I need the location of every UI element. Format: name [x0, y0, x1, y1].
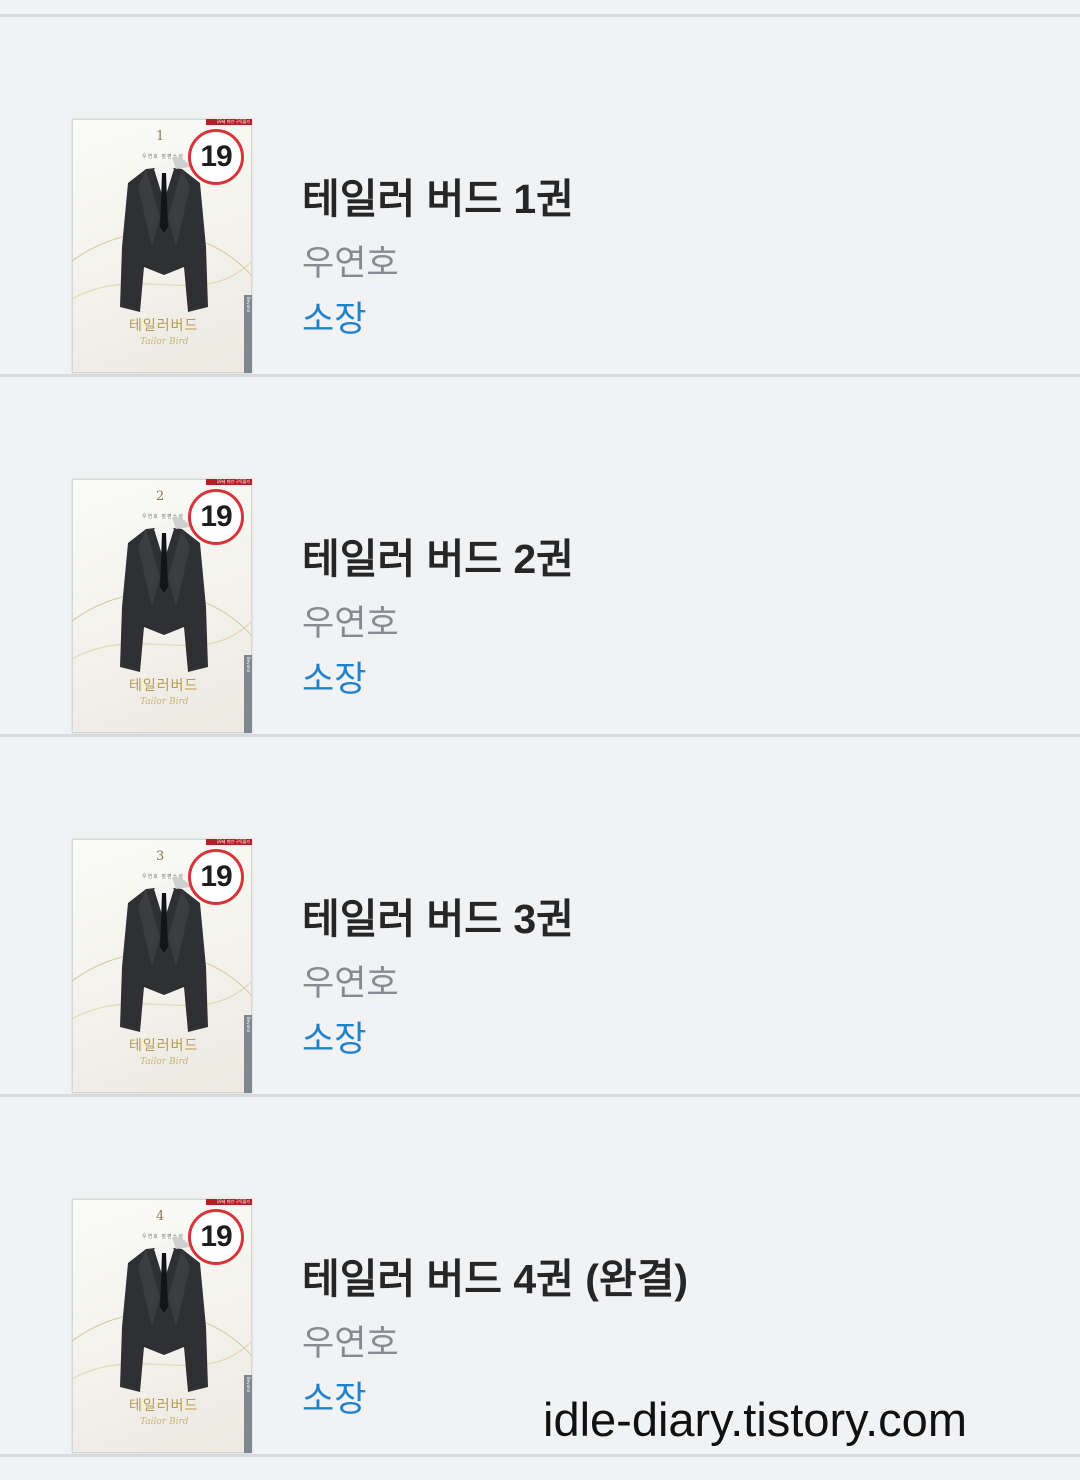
cover-title: 테일러버드	[129, 1038, 199, 1054]
age-rating-badge: 19	[188, 1209, 244, 1265]
book-author: 우연호	[302, 244, 399, 283]
cover-volume-number: 2	[156, 489, 165, 504]
book-author: 우연호	[302, 964, 399, 1003]
book-title[interactable]: 테일러 버드 2권	[302, 525, 574, 585]
cover-title: 테일러버드	[129, 318, 199, 334]
publisher-label: Beyond	[246, 1017, 251, 1033]
cover-volume-number: 1	[156, 129, 165, 144]
book-title[interactable]: 테일러 버드 1권	[302, 165, 574, 225]
book-title[interactable]: 테일러 버드 3권	[302, 885, 574, 945]
suit-jacket-illustration	[120, 517, 208, 672]
ownership-status: 소장	[302, 300, 367, 339]
suit-jacket-illustration	[120, 157, 208, 312]
book-author: 우연호	[302, 604, 399, 643]
ownership-status: 소장	[302, 660, 367, 699]
cover-volume-number: 4	[156, 1209, 165, 1224]
book-author: 우연호	[302, 1324, 399, 1363]
watermark: idle-diary.tistory.com	[543, 1393, 967, 1446]
cover-subtitle: Tailor Bird	[140, 337, 189, 347]
age-notice-text: 19세 미만 구독불가	[216, 119, 250, 124]
cover-title: 테일러버드	[129, 1398, 199, 1414]
ownership-status: 소장	[302, 1020, 367, 1059]
age-notice-text: 19세 미만 구독불가	[216, 1199, 250, 1204]
publisher-label: Beyond	[246, 1377, 251, 1393]
cover-subtitle: Tailor Bird	[140, 1057, 189, 1067]
book-list-item[interactable]: 19세 미만 구독불가 2 우연호 장편소설 테일러버드 Tailor Bird…	[0, 377, 1080, 737]
cover-title: 테일러버드	[129, 678, 199, 694]
publisher-label: Beyond	[246, 297, 251, 313]
age-rating-badge: 19	[188, 129, 244, 185]
age-notice-text: 19세 미만 구독불가	[216, 479, 250, 484]
age-rating-badge: 19	[188, 849, 244, 905]
book-list: 19세 미만 구독불가 1 우연호 장편소설 테일러버드 Tailor Bird…	[0, 17, 1080, 1457]
suit-jacket-illustration	[120, 877, 208, 1032]
cover-volume-number: 3	[156, 849, 165, 864]
cover-subtitle: Tailor Bird	[140, 1417, 189, 1427]
age-rating-badge: 19	[188, 489, 244, 545]
book-title[interactable]: 테일러 버드 4권 (완결)	[302, 1245, 688, 1305]
book-list-item[interactable]: 19세 미만 구독불가 1 우연호 장편소설 테일러버드 Tailor Bird…	[0, 17, 1080, 377]
age-notice-text: 19세 미만 구독불가	[216, 839, 250, 844]
publisher-label: Beyond	[246, 657, 251, 673]
ownership-status: 소장	[302, 1380, 367, 1419]
suit-jacket-illustration	[120, 1237, 208, 1392]
book-list-item[interactable]: 19세 미만 구독불가 3 우연호 장편소설 테일러버드 Tailor Bird…	[0, 737, 1080, 1097]
cover-subtitle: Tailor Bird	[140, 697, 189, 707]
